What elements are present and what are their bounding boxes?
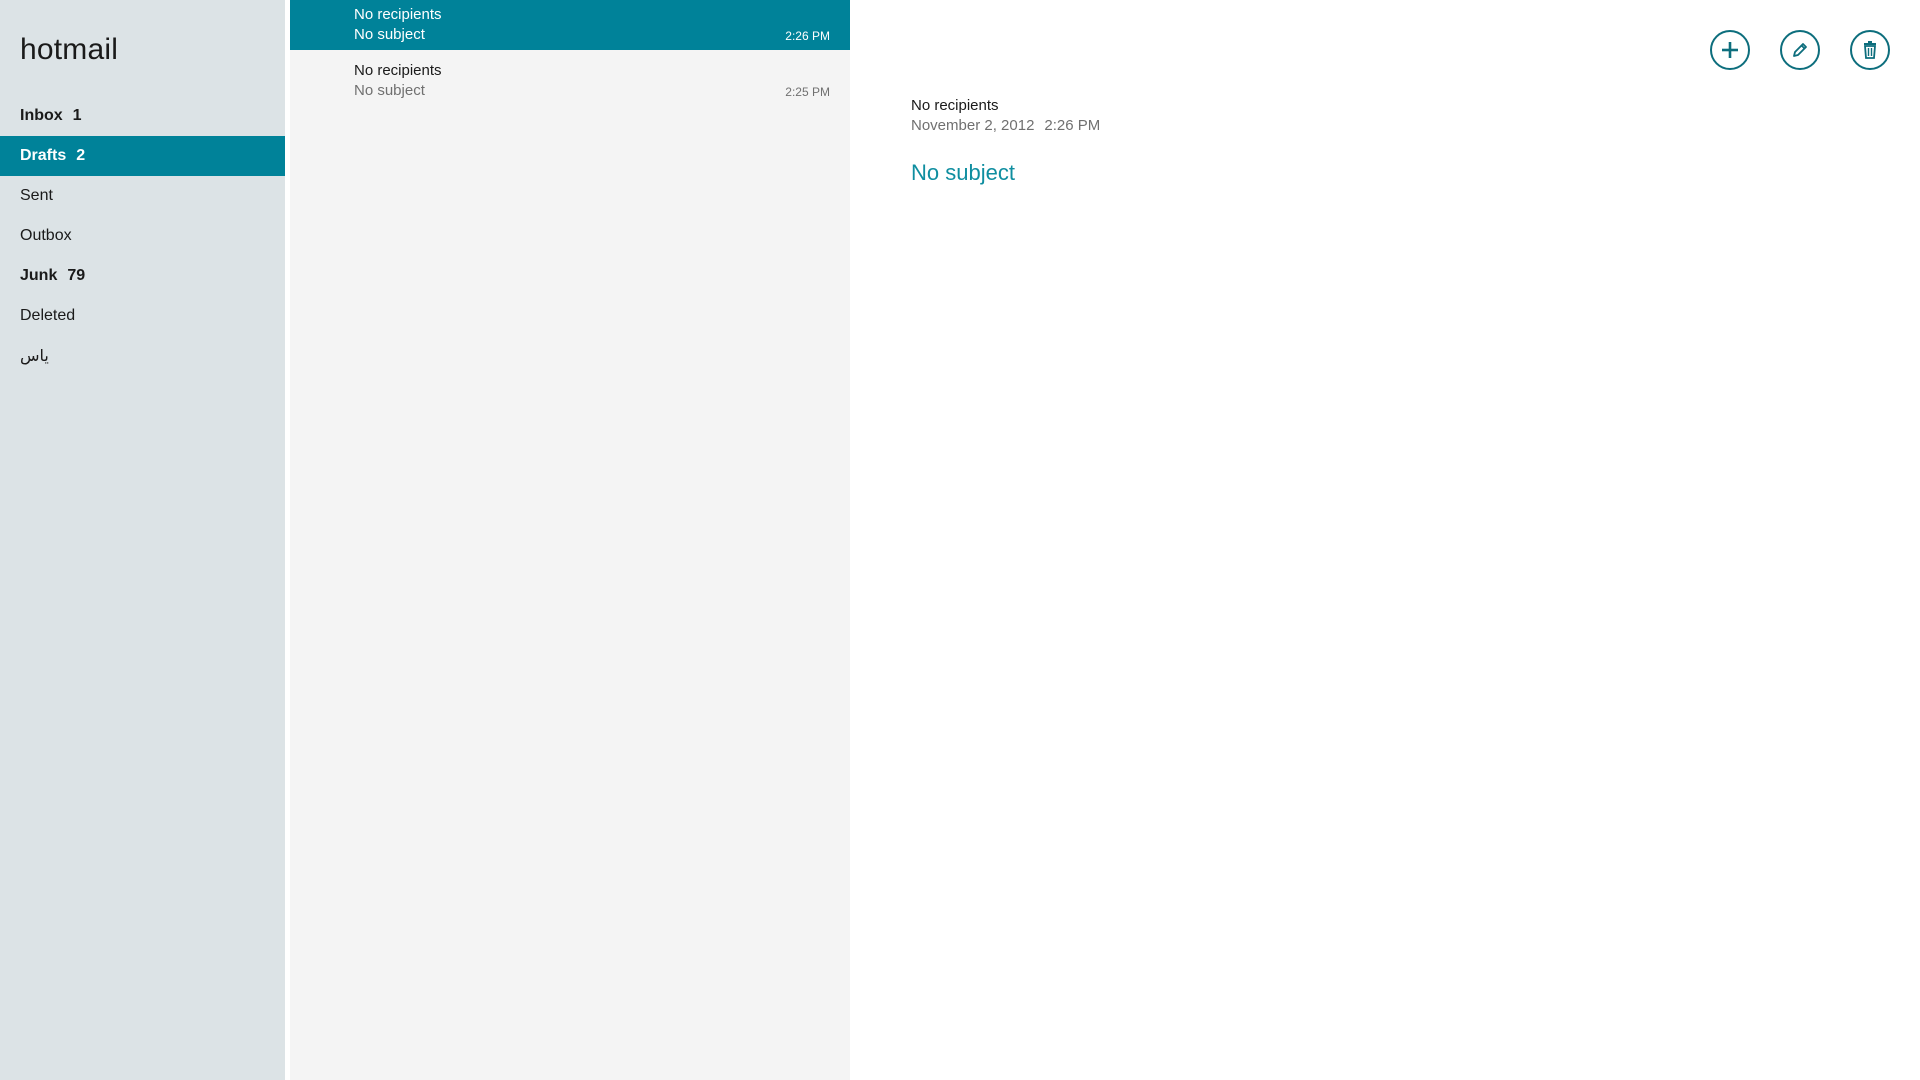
- pencil-icon: [1793, 43, 1807, 57]
- message-date-value: November 2, 2012: [911, 117, 1035, 134]
- folder-list: Inbox 1 Drafts 2 Sent Outbox Junk 79 Del…: [0, 96, 285, 376]
- delete-button[interactable]: [1850, 30, 1890, 70]
- message-subject-heading: No subject: [911, 160, 1015, 185]
- folder-outbox[interactable]: Outbox: [0, 216, 285, 256]
- folder-label: Deleted: [20, 307, 76, 324]
- message-sender: No recipients: [354, 6, 442, 23]
- account-title[interactable]: hotmail: [20, 33, 118, 67]
- message-time: 2:25 PM: [785, 85, 830, 99]
- message-item[interactable]: No recipients No subject 2:26 PM: [290, 0, 850, 50]
- folder-label: Inbox: [20, 107, 63, 124]
- plus-icon: [1722, 42, 1738, 58]
- message-sender: No recipients: [354, 62, 442, 79]
- folder-count: 1: [72, 107, 82, 124]
- folder-count: 79: [67, 267, 86, 284]
- folder-inbox[interactable]: Inbox 1: [0, 96, 285, 136]
- folder-label: Outbox: [20, 227, 72, 244]
- mail-app: hotmail Inbox 1 Drafts 2 Sent Outbox Jun…: [0, 0, 1920, 1080]
- reading-pane: No recipients November 2, 2012 2:26 PM No…: [850, 0, 1920, 1080]
- message-toolbar: [1710, 30, 1890, 70]
- folder-sent[interactable]: Sent: [0, 176, 285, 216]
- folder-count: 2: [76, 147, 86, 164]
- message-time: 2:26 PM: [785, 29, 830, 43]
- folder-label: Junk: [20, 267, 58, 284]
- trash-icon: [1864, 41, 1876, 59]
- message-subject: No subject: [354, 82, 425, 99]
- folder-custom[interactable]: ياس: [0, 336, 285, 376]
- folder-drafts[interactable]: Drafts 2: [0, 136, 285, 176]
- new-message-button[interactable]: [1710, 30, 1750, 70]
- folder-label: Drafts: [20, 147, 67, 164]
- message-date: November 2, 2012 2:26 PM: [911, 117, 1100, 134]
- message-item[interactable]: No recipients No subject 2:25 PM: [290, 56, 850, 106]
- message-subject: No subject: [354, 26, 425, 43]
- message-recipients[interactable]: No recipients: [911, 97, 999, 114]
- message-time-value: 2:26 PM: [1044, 117, 1101, 134]
- folder-deleted[interactable]: Deleted: [0, 296, 285, 336]
- folder-label: Sent: [20, 187, 53, 204]
- folder-label: ياس: [20, 348, 49, 365]
- edit-draft-button[interactable]: [1780, 30, 1820, 70]
- folder-junk[interactable]: Junk 79: [0, 256, 285, 296]
- folder-sidebar: hotmail Inbox 1 Drafts 2 Sent Outbox Jun…: [0, 0, 285, 1080]
- message-list: No recipients No subject 2:26 PM No reci…: [290, 0, 850, 1080]
